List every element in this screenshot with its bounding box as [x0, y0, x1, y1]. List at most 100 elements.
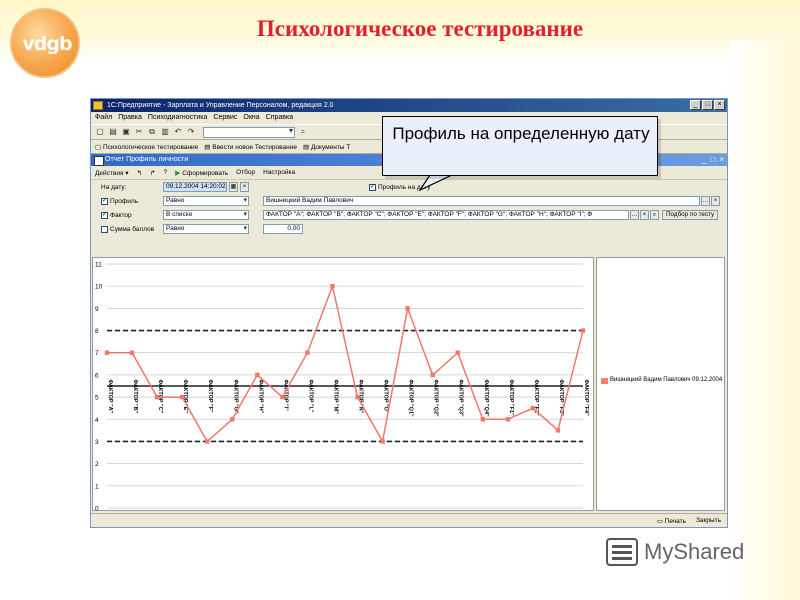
data-point	[179, 394, 185, 400]
search-icon[interactable]: ⌕	[298, 127, 308, 137]
chart-svg: 0 1 2 3 4 5 6 7 8 9 10 11 ФАКТОР "A" ФАКТОР "B" ФАКТОР…	[95, 262, 589, 513]
menu-edit[interactable]: Правка	[118, 112, 142, 124]
date-label: На дату:	[101, 184, 127, 191]
profile-select-icon[interactable]: …	[701, 196, 710, 206]
clear-date-icon[interactable]: ×	[240, 182, 249, 192]
x-tick-label: ФАКТОР "H"	[257, 379, 263, 413]
slide-title: Психологическое тестирование	[256, 16, 584, 41]
report-title: Отчет Профиль личности	[105, 156, 189, 163]
x-tick-label: ФАКТОР "M"	[332, 379, 338, 414]
menu-service[interactable]: Сервис	[213, 112, 237, 124]
x-tick-label: ФАКТОР "Q2"	[433, 379, 439, 417]
window-title: 1С:Предприятие - Зарплата и Управление П…	[107, 102, 334, 109]
select-by-test-button[interactable]: Подбор по тесту	[662, 210, 719, 220]
menu-help[interactable]: Справка	[266, 112, 293, 124]
x-tick-label: ФАКТОР "F"	[207, 379, 213, 413]
generate-button[interactable]: ▶ Сформировать	[175, 169, 228, 177]
back-icon[interactable]: ↰	[137, 169, 142, 177]
vdgb-logo: vdgb	[10, 8, 80, 78]
print-button[interactable]: ▭ Печать	[657, 517, 686, 525]
profile-checkbox[interactable]: ✓ Профиль	[101, 198, 138, 205]
minimize-button[interactable]: _	[690, 100, 701, 110]
close-button[interactable]: ×	[714, 100, 725, 110]
profile-condition-select[interactable]: Равно	[163, 196, 249, 206]
data-point	[580, 328, 586, 333]
undo-icon[interactable]: ↶	[173, 127, 183, 137]
legend-swatch	[601, 378, 608, 384]
play-icon: ▶	[175, 169, 181, 177]
date-field[interactable]: 09.12.2004 14:20:02	[163, 182, 227, 192]
filter-button[interactable]: Отбор	[236, 169, 255, 176]
y-tick-label: 3	[95, 439, 99, 446]
profile-clear-icon[interactable]: ×	[711, 196, 720, 206]
settings-button[interactable]: Настройка	[263, 169, 295, 176]
callout-text: Профиль на определенную дату	[392, 124, 650, 143]
profile-on-date-checkbox[interactable]: ✓ Профиль на дату	[369, 184, 430, 191]
score-condition-select[interactable]: Равно	[163, 224, 249, 234]
report-close-button[interactable]: ×	[719, 154, 724, 166]
actions-menu[interactable]: Действия ▾	[95, 169, 129, 177]
new-icon[interactable]: ▢	[95, 127, 105, 137]
menu-file[interactable]: Файл	[95, 112, 112, 124]
y-tick-label: 11	[95, 262, 102, 269]
profile-value-field[interactable]: Вишницкий Вадим Павлович	[263, 196, 700, 206]
series-line	[107, 283, 584, 444]
window-titlebar: 1С:Предприятие - Зарплата и Управление П…	[91, 99, 727, 112]
menu-psychodiagnostics[interactable]: Психодиагностика	[148, 112, 208, 124]
paste-icon[interactable]: ▥	[160, 127, 170, 137]
cut-icon[interactable]: ✂	[134, 127, 144, 137]
factor-select-icon[interactable]: …	[630, 210, 639, 220]
y-tick-label: 10	[95, 284, 103, 291]
data-point	[480, 417, 485, 422]
myshared-logo: MyShared	[606, 538, 744, 566]
y-tick-label: 5	[95, 395, 99, 402]
factor-checkbox[interactable]: ✓ Фактор	[101, 212, 132, 219]
brand-text: MyShared	[644, 539, 745, 564]
factor-clear-icon[interactable]: ×	[640, 210, 649, 220]
x-tick-label: ФАКТОР "Q1"	[408, 379, 414, 417]
callout-box: Профиль на определенную дату	[382, 116, 658, 176]
menu-windows[interactable]: Окна	[243, 112, 259, 124]
maximize-button[interactable]: □	[702, 100, 713, 110]
x-tick-label: ФАКТОР "B"	[132, 379, 138, 413]
y-tick-label: 1	[95, 483, 99, 490]
y-tick-label: 6	[95, 372, 99, 379]
score-value-field[interactable]: 0,00	[263, 224, 303, 234]
x-tick-label: ФАКТОР "O"	[383, 379, 389, 414]
report-minimize-button[interactable]: _	[702, 154, 706, 166]
data-point	[355, 394, 360, 400]
x-tick-label: ФАКТОР "A"	[107, 379, 113, 413]
close-report-button[interactable]: Закрыть	[696, 517, 721, 524]
report-maximize-button[interactable]: □	[710, 154, 715, 166]
redo-icon[interactable]: ↷	[186, 127, 196, 137]
data-point	[154, 394, 160, 400]
save-icon[interactable]: ▣	[121, 127, 131, 137]
open-icon[interactable]: ▤	[108, 127, 118, 137]
x-tick-label: ФАКТОР "Q4"	[483, 379, 489, 417]
y-tick-label: 8	[95, 328, 99, 335]
report-footer: ▭ Печать Закрыть	[91, 513, 727, 527]
legend-label: Вишницкий Вадим Павлович 09.12.2004	[610, 377, 723, 383]
calendar-icon[interactable]: ▦	[229, 182, 238, 192]
profile-chart: 0 1 2 3 4 5 6 7 8 9 10 11 ФАКТОР "A" ФАКТОР "B" ФАКТОР…	[92, 257, 594, 513]
data-point	[555, 428, 561, 433]
data-point	[505, 417, 511, 422]
forward-icon[interactable]: ↱	[150, 169, 155, 177]
data-point	[255, 372, 260, 378]
score-sum-checkbox[interactable]: Сумма баллов	[101, 226, 154, 233]
factor-search-icon[interactable]: ⌕	[650, 210, 659, 220]
toolbar-combo[interactable]	[203, 126, 295, 138]
factor-value-field[interactable]: ФАКТОР "A"; ФАКТОР "B"; ФАКТОР "C"; ФАКТ…	[263, 210, 629, 220]
x-tick-label: ФАКТОР "F4"	[583, 379, 589, 416]
taskbar-item-testing[interactable]: ▢ Психологическое тестирование	[95, 143, 198, 151]
taskbar-item-new-test[interactable]: ▤ Ввести новое Тестирование	[204, 143, 297, 151]
data-point	[455, 350, 460, 355]
taskbar-item-documents[interactable]: ▤ Документы Т	[303, 143, 350, 151]
copy-icon[interactable]: ⧉	[147, 127, 157, 137]
data-point	[230, 417, 235, 422]
x-tick-label: ФАКТОР "Q3"	[458, 379, 464, 417]
factor-condition-select[interactable]: В списке	[163, 210, 249, 220]
filter-form: На дату: 09.12.2004 14:20:02 ▦ × ✓ Профил…	[91, 180, 727, 246]
x-tick-label: ФАКТОР "F1"	[508, 379, 514, 416]
help-icon[interactable]: ?	[163, 169, 167, 176]
